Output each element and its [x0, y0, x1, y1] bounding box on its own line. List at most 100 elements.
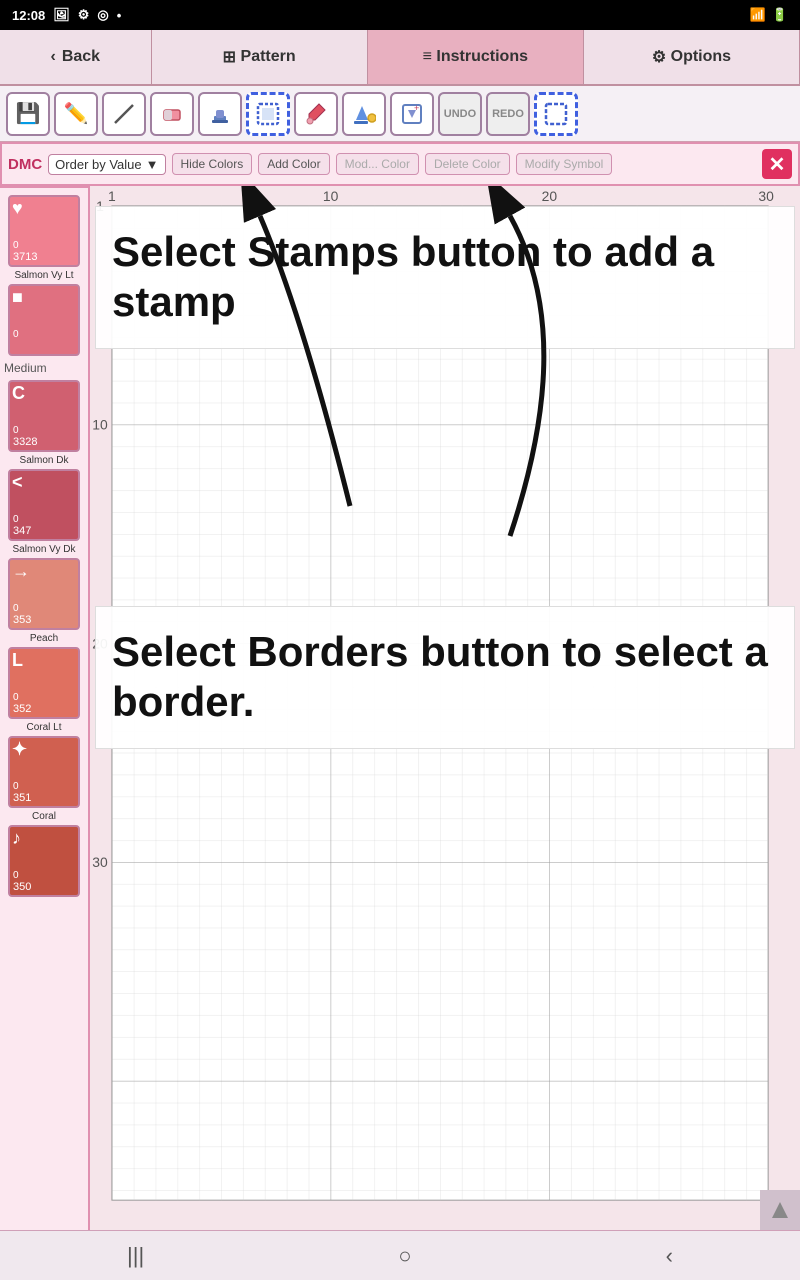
swatch-symbol: ■: [12, 288, 23, 306]
swatch-count: 0: [13, 692, 19, 703]
swatch-symbol: →: [12, 562, 30, 580]
swatch-count: 0: [13, 603, 19, 614]
toolbar: 💾 ✏️ + UNDO REDO: [0, 86, 800, 142]
marquee-button[interactable]: [534, 92, 578, 136]
options-tab[interactable]: ⚙ Options: [584, 30, 800, 84]
svg-text:+: +: [414, 103, 419, 113]
modify-symbol-button[interactable]: Modify Symbol: [516, 153, 613, 175]
nav-tabs: ‹ Back ⊞ Pattern ≡ Instructions ⚙ Option…: [0, 30, 800, 86]
back-tab[interactable]: ‹ Back: [0, 30, 152, 84]
swatch-number: 3328: [13, 436, 37, 448]
undo-label: UNDO: [444, 108, 476, 120]
menu-icon[interactable]: |||: [127, 1243, 144, 1269]
back-label: Back: [62, 48, 100, 66]
swatch-number: 3713: [13, 251, 37, 263]
color-swatch-352[interactable]: L 0 352: [8, 647, 80, 719]
photo-icon: 🖼: [53, 7, 70, 23]
swatch-name-3328: Salmon Dk: [8, 455, 80, 466]
order-label: Order by Value: [55, 157, 141, 172]
instruction-block-2: Select Borders button to select a border…: [95, 606, 795, 749]
color-swatch-347[interactable]: < 0 347: [8, 469, 80, 541]
bottom-bar: ||| ○ ‹: [0, 1230, 800, 1280]
home-icon[interactable]: ○: [398, 1243, 411, 1269]
swatch-number: 351: [13, 792, 31, 804]
swatch-name-353: Peach: [8, 633, 80, 644]
swatch-count: 0: [13, 240, 19, 251]
scroll-corner: [760, 1190, 800, 1230]
eraser-button[interactable]: [150, 92, 194, 136]
swatch-name-3713: Salmon Vy Lt: [8, 270, 80, 281]
swatch-symbol: ✦: [12, 740, 27, 758]
instruction-block-1: Select Stamps button to add a stamp: [95, 206, 795, 349]
color-swatch-3713[interactable]: ♥ 0 3713: [8, 195, 80, 267]
swatch-symbol: ♥: [12, 199, 23, 217]
battery-icon: 🔋: [772, 7, 788, 23]
status-bar: 12:08 🖼 ⚙ ◎ • 📶 🔋: [0, 0, 800, 30]
swatch-symbol: L: [12, 651, 23, 669]
add-color-button[interactable]: Add Color: [258, 153, 329, 175]
options-label: Options: [671, 48, 731, 66]
gear-icon: ⚙: [652, 47, 666, 67]
swatch-name-347: Salmon Vy Dk: [8, 544, 80, 555]
color-swatch-3328[interactable]: C 0 3328: [8, 380, 80, 452]
border-button[interactable]: [246, 92, 290, 136]
swatch-count: 0: [13, 870, 19, 881]
close-button[interactable]: ✕: [762, 149, 792, 179]
line-button[interactable]: [102, 92, 146, 136]
instructions-label: Instructions: [436, 48, 528, 66]
swatch-number: 352: [13, 703, 31, 715]
swatch-number: 347: [13, 525, 31, 537]
select-button[interactable]: +: [390, 92, 434, 136]
save-button[interactable]: 💾: [6, 92, 50, 136]
svg-text:10: 10: [92, 417, 108, 433]
pencil-button[interactable]: ✏️: [54, 92, 98, 136]
modify-color-button[interactable]: Mod... Color: [336, 153, 419, 175]
swatch-count: 0: [13, 425, 19, 436]
dropdown-arrow-icon: ▼: [146, 157, 159, 172]
status-bar-right: 📶 🔋: [750, 7, 788, 23]
instruction-text-1: Select Stamps button to add a stamp: [112, 228, 714, 325]
svg-text:20: 20: [542, 188, 558, 204]
back-icon[interactable]: ‹: [666, 1243, 673, 1269]
svg-text:1: 1: [108, 188, 116, 204]
canvas-area[interactable]: 1 10 20 30 1 10 20 30 Select Stamps butt…: [90, 186, 800, 1230]
wifi-icon: 📶: [750, 7, 766, 23]
swatch-symbol: ♪: [12, 829, 21, 847]
redo-button[interactable]: REDO: [486, 92, 530, 136]
color-bar: DMC Order by Value ▼ Hide Colors Add Col…: [0, 142, 800, 186]
back-chevron-icon: ‹: [51, 48, 56, 66]
fill-button[interactable]: [342, 92, 386, 136]
svg-text:30: 30: [92, 854, 108, 870]
redo-label: REDO: [492, 108, 524, 120]
swatch-number: 353: [13, 614, 31, 626]
color-swatch-351[interactable]: ✦ 0 351: [8, 736, 80, 808]
color-swatch-2[interactable]: ■ 0: [8, 284, 80, 356]
pattern-label: Pattern: [241, 48, 296, 66]
color-swatch-353[interactable]: → 0 353: [8, 558, 80, 630]
swatch-symbol: C: [12, 384, 25, 402]
order-dropdown[interactable]: Order by Value ▼: [48, 154, 165, 175]
swatch-number: 350: [13, 881, 31, 893]
hide-colors-button[interactable]: Hide Colors: [172, 153, 253, 175]
swatch-symbol: <: [12, 473, 23, 491]
palette-section-medium: Medium: [4, 359, 84, 377]
delete-color-button[interactable]: Delete Color: [425, 153, 510, 175]
color-swatch-350[interactable]: ♪ 0 350: [8, 825, 80, 897]
pattern-tab[interactable]: ⊞ Pattern: [152, 30, 368, 84]
eyedropper-button[interactable]: [294, 92, 338, 136]
grid-icon: ⊞: [223, 47, 236, 67]
color-palette: ♥ 0 3713 Salmon Vy Lt ■ 0 Medium C 0 332…: [0, 186, 90, 1230]
main-area: ♥ 0 3713 Salmon Vy Lt ■ 0 Medium C 0 332…: [0, 186, 800, 1230]
instructions-tab[interactable]: ≡ Instructions: [368, 30, 584, 84]
swatch-count: 0: [13, 329, 19, 340]
dot-icon: •: [117, 8, 122, 23]
stamp-button[interactable]: [198, 92, 242, 136]
swatch-count: 0: [13, 514, 19, 525]
dmc-label: DMC: [8, 156, 42, 173]
list-icon: ≡: [423, 48, 432, 66]
svg-text:10: 10: [323, 188, 339, 204]
undo-button[interactable]: UNDO: [438, 92, 482, 136]
swatch-name-351: Coral: [8, 811, 80, 822]
swatch-name-352: Coral Lt: [8, 722, 80, 733]
swatch-count: 0: [13, 781, 19, 792]
